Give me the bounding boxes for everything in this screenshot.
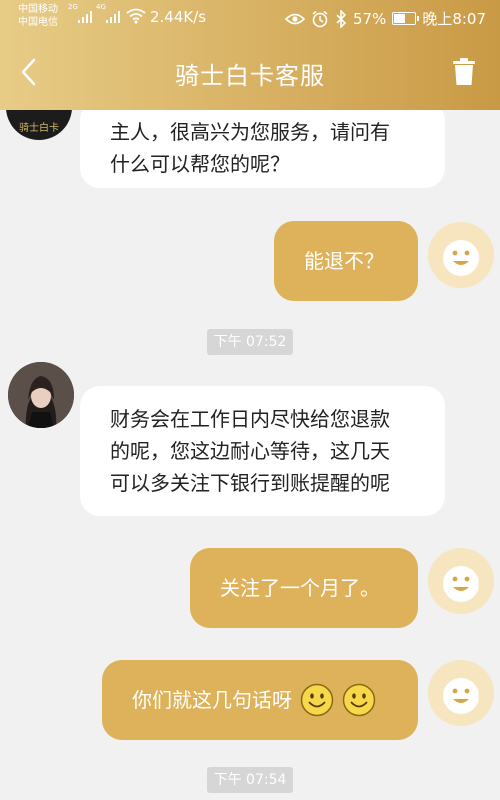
page-title: 骑士白卡客服 (175, 62, 325, 90)
eye-icon (284, 13, 305, 24)
message-bubble-agent-2[interactable]: 财务会在工作日内尽快给您退款 的呢，您这边耐心等待，这几天 可以多关注下银行到账… (80, 386, 445, 516)
carrier1-net-label: 2G (68, 3, 78, 11)
timestamp-2: 下午 07:54 (207, 767, 293, 793)
user-avatar-2[interactable] (428, 548, 494, 614)
carrier1-label: 中国移动 (18, 4, 58, 15)
message-bubble-user-2[interactable]: 关注了一个月了。 (190, 548, 418, 628)
smiley-emoji (342, 683, 376, 717)
alarm-icon (312, 10, 328, 27)
agent-avatar[interactable]: 骑士白卡 (6, 110, 72, 140)
message-line: 财务会在工作日内尽快给您退款 (110, 407, 390, 431)
chat-header: 骑士白卡客服 (0, 38, 500, 108)
message-text: 财务会在工作日内尽快给您退款 的呢，您这边耐心等待，这几天 可以多关注下银行到账… (110, 403, 390, 499)
message-line: 可以多关注下银行到账提醒的呢 (110, 471, 390, 495)
signal-icon (78, 11, 92, 23)
smiley-avatar-icon (443, 566, 479, 602)
message-line: 的呢，您这边耐心等待，这几天 (110, 439, 390, 463)
message-line: 主人，很高兴为您服务，请问有 (110, 120, 390, 144)
carrier2-label: 中国电信 (18, 17, 58, 28)
carrier-info: 中国移动 中国电信 (18, 3, 58, 29)
top-bar: 中国移动 中国电信 2G 4G 2.44K/s 57% 晚上8:07 骑士白卡客… (0, 0, 500, 110)
wifi-icon (126, 8, 146, 24)
message-line: 什么可以帮您的呢？ (110, 152, 290, 176)
agent-avatar-2[interactable] (8, 362, 74, 428)
message-text: 能退不？ (304, 249, 384, 273)
message-text: 主人，很高兴为您服务，请问有 什么可以帮您的呢？ (110, 116, 390, 180)
bluetooth-icon (336, 9, 347, 28)
smiley-emoji (300, 683, 334, 717)
user-avatar[interactable] (428, 222, 494, 288)
signal-icon-2 (106, 11, 120, 23)
agent-avatar-label: 骑士白卡 (19, 123, 59, 134)
carrier2-net-label: 4G (96, 3, 106, 11)
clock: 晚上8:07 (422, 10, 486, 28)
chat-area[interactable]: 骑士白卡 主人，很高兴为您服务，请问有 什么可以帮您的呢？ 能退不？ 下午 07… (0, 110, 500, 800)
smiley-avatar-icon (443, 678, 479, 714)
trash-icon[interactable] (452, 58, 476, 86)
message-text: 关注了一个月了。 (220, 576, 380, 600)
message-bubble-user-3[interactable]: 你们就这几句话呀 (102, 660, 418, 740)
timestamp: 下午 07:52 (207, 329, 293, 355)
status-bar: 中国移动 中国电信 2G 4G 2.44K/s 57% 晚上8:07 (0, 0, 500, 34)
battery-percent: 57% (352, 9, 387, 28)
smiley-avatar-icon (443, 240, 479, 276)
battery-icon (392, 12, 420, 25)
person-photo-icon (8, 362, 74, 428)
network-speed: 2.44K/s (150, 8, 207, 26)
user-avatar-3[interactable] (428, 660, 494, 726)
message-text: 你们就这几句话呀 (132, 688, 292, 712)
message-bubble-agent[interactable]: 主人，很高兴为您服务，请问有 什么可以帮您的呢？ (80, 110, 445, 188)
status-right: 57% 晚上8:07 (284, 8, 486, 29)
message-bubble-user[interactable]: 能退不？ (274, 221, 418, 301)
